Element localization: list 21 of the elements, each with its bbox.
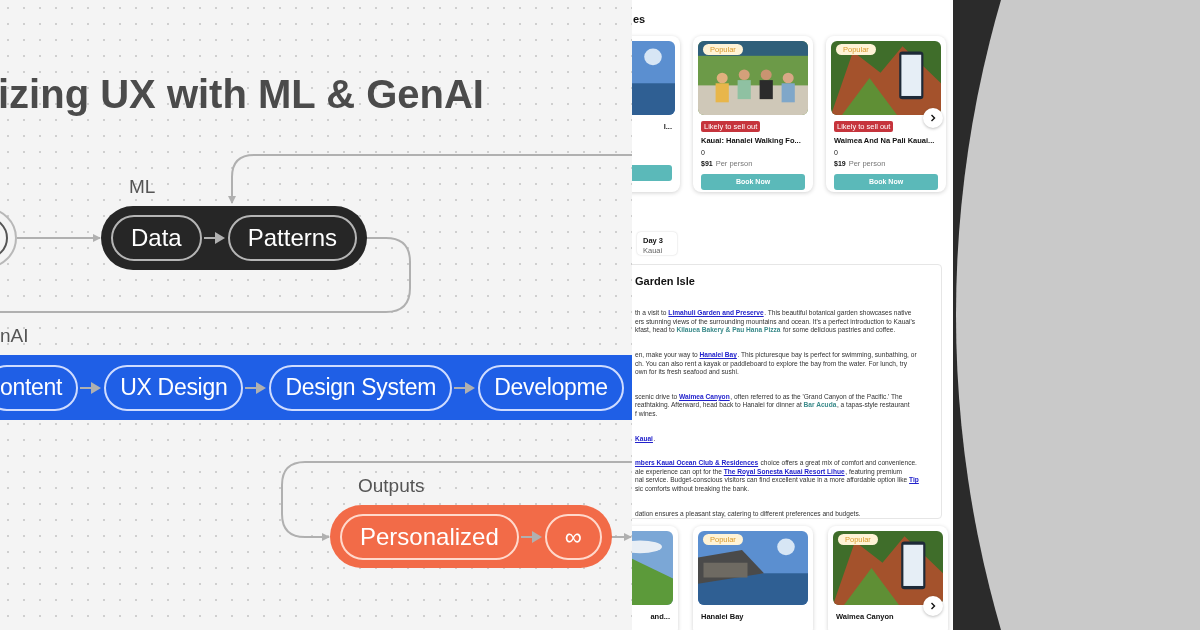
flow-arrow — [203, 231, 226, 245]
chevron-right-icon — [929, 602, 937, 610]
node-pill: Developme — [478, 364, 624, 411]
diagram-title: izing UX with ML & GenAI — [0, 71, 484, 118]
node-pill: Personalized — [340, 513, 519, 560]
flow-arrow — [245, 380, 268, 395]
flow-arrow — [520, 529, 543, 544]
node-pill: ontent — [0, 364, 79, 411]
flow-arrow — [80, 380, 103, 395]
chevron-right-icon — [929, 114, 937, 122]
node-pill: Data — [111, 215, 202, 261]
node-pill: ∞ — [544, 513, 602, 560]
group-label: Outputs — [358, 474, 425, 498]
node-pill: Design System — [269, 364, 453, 411]
itinerary-heading: Garden Isle — [635, 273, 696, 289]
node-pill: UX Design — [104, 364, 244, 411]
group-label: ML — [129, 175, 156, 199]
section-heading: es — [633, 12, 647, 27]
node-pill: Patterns — [227, 215, 358, 261]
group-label: nAI — [0, 324, 29, 348]
flow-arrow — [454, 380, 477, 395]
